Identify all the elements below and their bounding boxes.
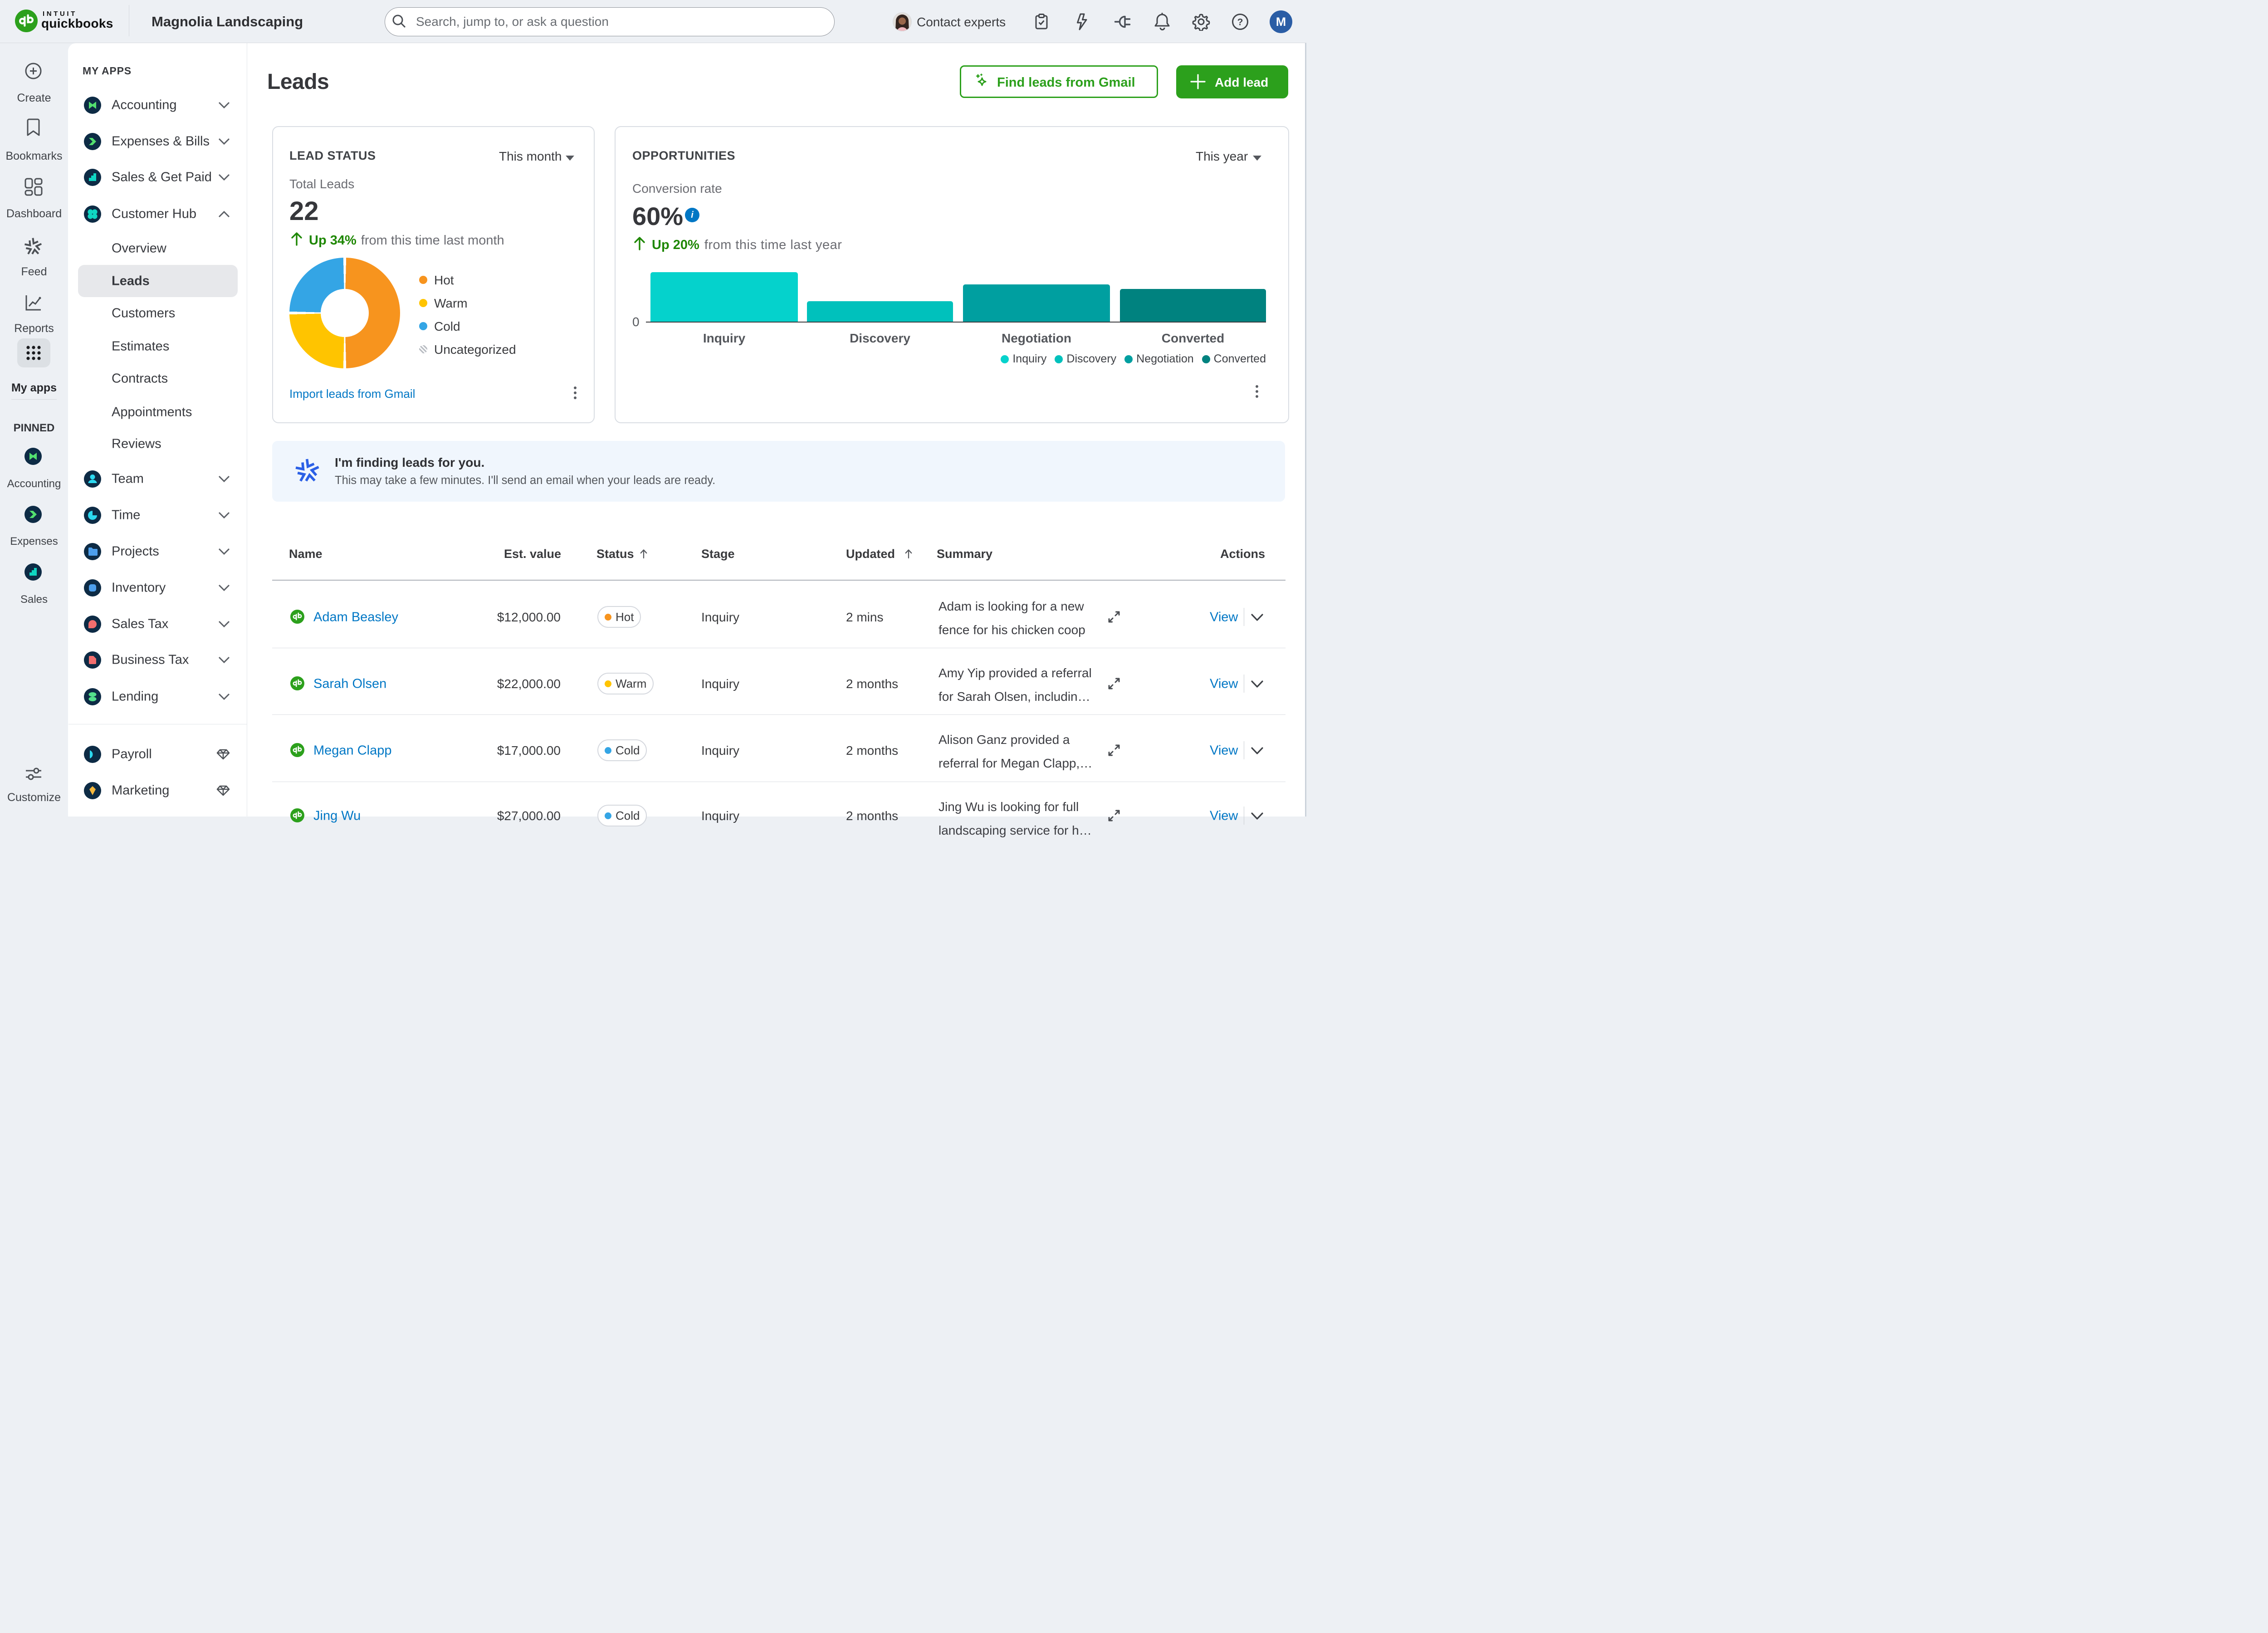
svg-text:?: ? [1237,17,1243,28]
